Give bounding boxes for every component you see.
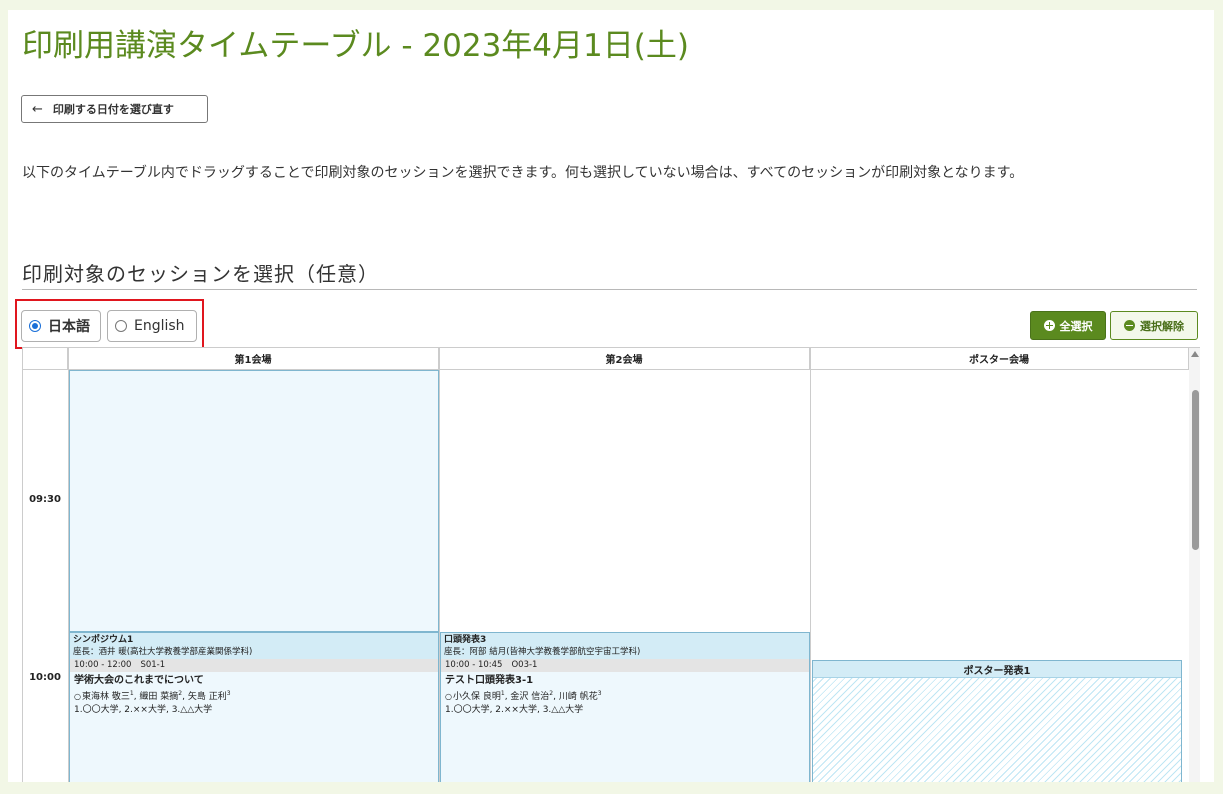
- venue-header-poster: ポスター会場: [810, 348, 1189, 370]
- scroll-thumb[interactable]: [1192, 390, 1199, 550]
- author-name: 川崎 帆花: [558, 692, 598, 702]
- select-all-label: 全選択: [1059, 319, 1093, 333]
- talk-authors: ○東海林 敬三1, 織田 菜摘2, 矢島 正利3: [74, 690, 231, 702]
- session-symposium-1[interactable]: シンポジウム1 座長：酒井 暖(高社大学教養学部産業関係学科) 10:00 - …: [69, 632, 439, 782]
- poster-session-header: ポスター発表1: [813, 661, 1181, 678]
- talk-time: 10:00 - 10:45: [445, 660, 503, 670]
- time-label-0930: 09:30: [29, 494, 61, 505]
- session-oral-3[interactable]: 口頭発表3 座長：阿部 結月(皆神大学教養学部航空宇宙工学科) 10:00 - …: [440, 632, 810, 782]
- radio-checked-icon[interactable]: [29, 320, 41, 332]
- presenter-mark: ○: [445, 692, 452, 701]
- author-affiliation-number: 3: [597, 690, 602, 697]
- time-label-1000: 10:00: [29, 672, 61, 683]
- author-name: 小久保 良明: [452, 692, 501, 702]
- talk-time: 10:00 - 12:00: [74, 660, 132, 670]
- timetable-scrollbar[interactable]: [1189, 348, 1200, 782]
- timetable-corner-cell: [23, 348, 68, 370]
- section-heading: 印刷対象のセッションを選択（任意）: [22, 258, 1197, 290]
- venue-header-2: 第2会場: [439, 348, 810, 370]
- page-title: 印刷用講演タイムテーブル - 2023年4月1日(土): [22, 28, 689, 64]
- author-affiliation-number: 3: [226, 690, 231, 697]
- session-block-venue1-prior[interactable]: [69, 370, 439, 632]
- scroll-up-arrow-icon[interactable]: [1191, 351, 1199, 357]
- session-name: シンポジウム1: [73, 635, 134, 645]
- author-affiliation-number: 1: [129, 690, 134, 697]
- talk-time-row: 10:00 - 10:45 O03-1: [441, 659, 809, 672]
- arrow-left-icon: ←: [32, 101, 43, 117]
- session-chair: 座長：酒井 暖(高社大学教養学部産業関係学科): [73, 647, 253, 657]
- plus-circle-icon: [1043, 320, 1055, 331]
- language-label-english: English: [134, 318, 185, 334]
- minus-circle-icon: [1124, 320, 1135, 331]
- language-option-japanese[interactable]: 日本語: [21, 310, 101, 342]
- author-name: 織田 菜摘: [139, 692, 179, 702]
- clear-selection-button[interactable]: 選択解除: [1110, 311, 1198, 340]
- language-label-japanese: 日本語: [48, 319, 90, 335]
- talk-title: テスト口頭発表3-1: [445, 675, 534, 686]
- clear-selection-label: 選択解除: [1140, 319, 1184, 333]
- author-name: 東海林 敬三: [81, 692, 130, 702]
- talk-code: O03-1: [511, 660, 538, 670]
- timetable-grid[interactable]: 第1会場 第2会場 ポスター会場 09:30 10:00 シンポジウム1 座長：…: [22, 347, 1200, 782]
- session-chair: 座長：阿部 結月(皆神大学教養学部航空宇宙工学科): [444, 647, 641, 657]
- talk-time-row: 10:00 - 12:00 S01-1: [70, 659, 438, 672]
- author-name: 矢島 正利: [187, 692, 227, 702]
- presenter-mark: ○: [74, 692, 81, 701]
- author-name: 金沢 信治: [510, 692, 550, 702]
- talk-title: 学術大会のこれまでについて: [74, 675, 204, 686]
- language-option-english[interactable]: English: [107, 310, 197, 342]
- radio-unchecked-icon[interactable]: [115, 320, 127, 332]
- session-poster-1[interactable]: ポスター発表1: [812, 660, 1182, 782]
- author-affiliation-number: 2: [549, 690, 554, 697]
- author-affiliation-number: 2: [178, 690, 183, 697]
- talk-code: S01-1: [140, 660, 166, 670]
- reselect-date-label: 印刷する日付を選び直す: [52, 103, 174, 116]
- instructions-text: 以下のタイムテーブル内でドラッグすることで印刷対象のセッションを選択できます。何…: [22, 165, 1024, 181]
- session-header: シンポジウム1 座長：酒井 暖(高社大学教養学部産業関係学科): [70, 633, 438, 659]
- talk-authors: ○小久保 良明1, 金沢 信治2, 川崎 帆花3: [445, 690, 602, 702]
- reselect-date-button[interactable]: ← 印刷する日付を選び直す: [21, 95, 208, 123]
- column-divider: [810, 348, 811, 782]
- talk-affiliations: 1.〇〇大学, 2.××大学, 3.△△大学: [445, 705, 584, 715]
- print-timetable-page: 印刷用講演タイムテーブル - 2023年4月1日(土) ← 印刷する日付を選び直…: [8, 10, 1214, 782]
- author-affiliation-number: 1: [500, 690, 505, 697]
- session-header: 口頭発表3 座長：阿部 結月(皆神大学教養学部航空宇宙工学科): [441, 633, 809, 659]
- select-all-button[interactable]: 全選択: [1030, 311, 1106, 340]
- session-name: 口頭発表3: [444, 635, 487, 645]
- talk-affiliations: 1.〇〇大学, 2.××大学, 3.△△大学: [74, 705, 213, 715]
- venue-header-1: 第1会場: [68, 348, 439, 370]
